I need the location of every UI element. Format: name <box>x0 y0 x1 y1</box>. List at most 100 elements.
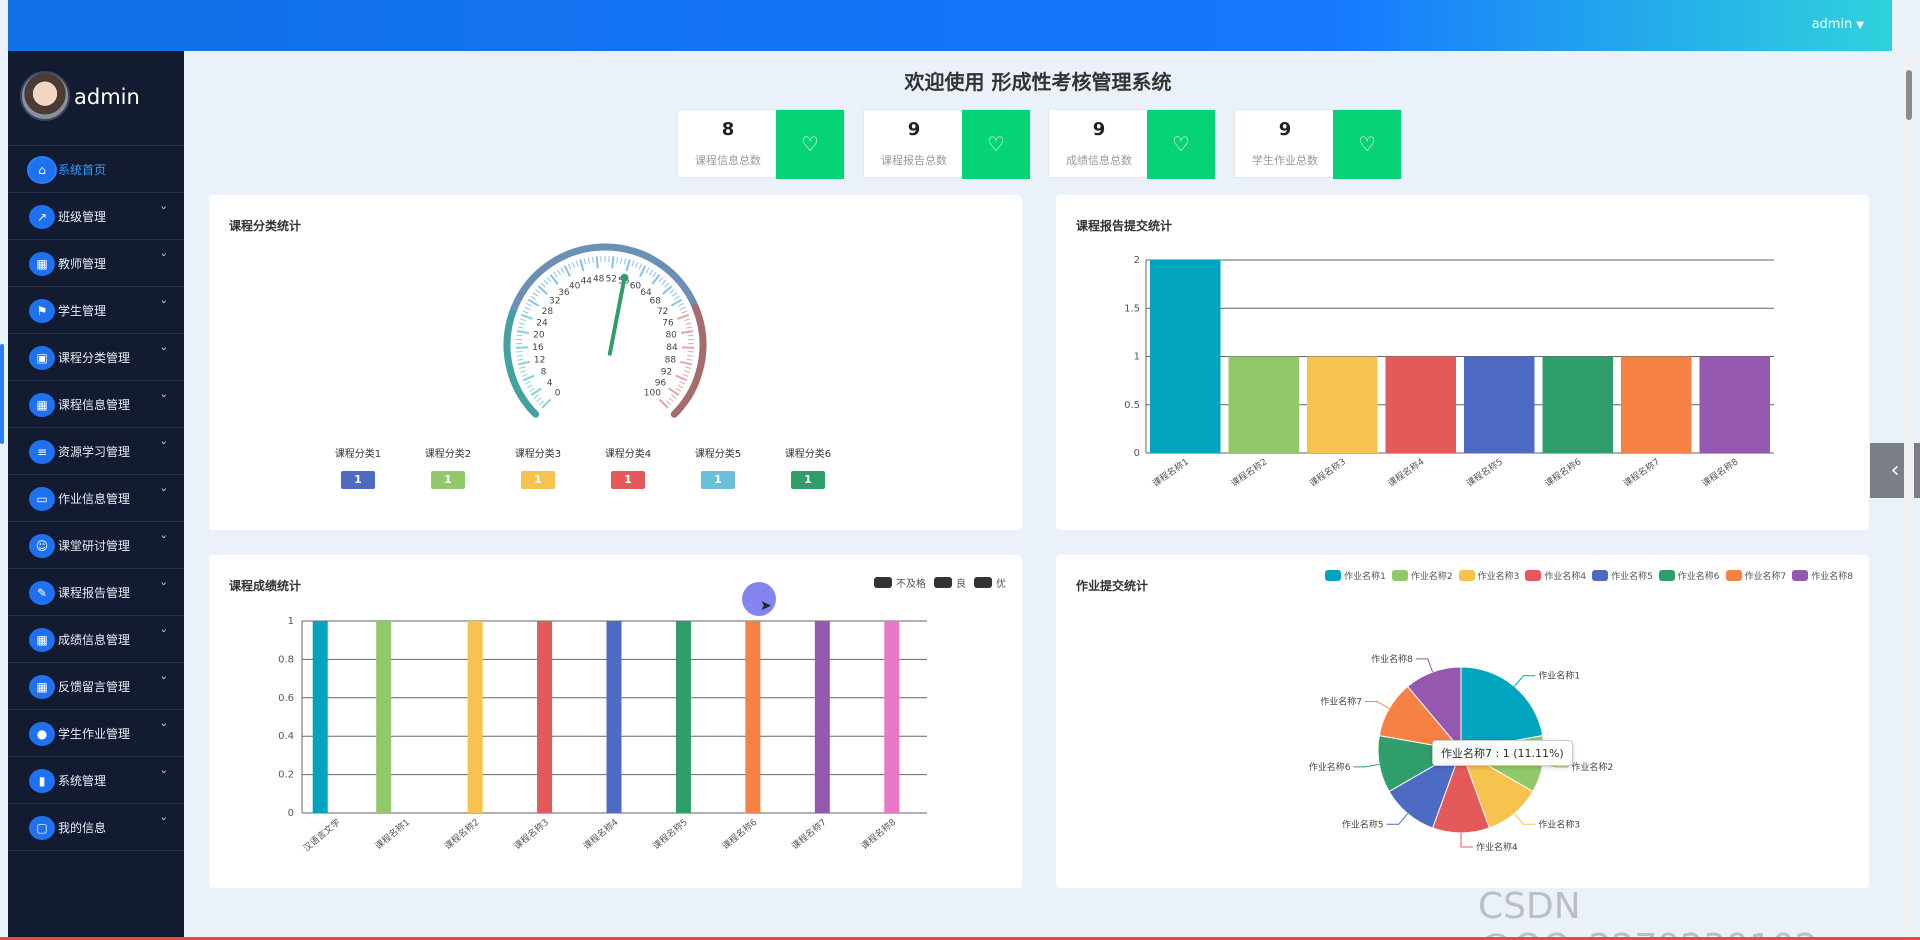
scrollbar-thumb[interactable] <box>1906 70 1912 120</box>
x-tick-label: 课程名称4 <box>1385 455 1426 489</box>
gauge-tick-label: 8 <box>541 368 547 378</box>
sidebar-item-label: 课程报告管理 <box>58 586 131 600</box>
gauge-category-value: 1 <box>431 471 465 489</box>
stat-card-course-info[interactable]: 8 课程信息总数 ♡ <box>677 109 845 179</box>
gauge-tick-label: 32 <box>549 297 560 307</box>
gauge-tick <box>538 400 544 406</box>
avatar <box>20 71 70 121</box>
clipboard-icon: ✎ <box>29 581 55 605</box>
y-tick-label: 1.5 <box>1124 303 1140 314</box>
bar <box>1228 356 1299 453</box>
gauge-tick <box>530 295 536 300</box>
gauge-tick-label: 100 <box>644 388 661 398</box>
gauge-tick-label: 72 <box>657 307 668 317</box>
user-menu[interactable]: admin ▼ <box>1812 17 1864 32</box>
gauge-tick-label: 52 <box>606 274 617 284</box>
gauge-tick <box>639 265 647 277</box>
heart-icon: ♡ <box>1147 110 1215 179</box>
sidebar-item-11[interactable]: ▦ 反馈留言管理 ˅ <box>8 663 184 710</box>
gauge-tick <box>540 282 546 288</box>
sidebar-item-13[interactable]: ▮ 系统管理 ˅ <box>8 757 184 804</box>
sidebar-item-label: 系统管理 <box>58 774 107 788</box>
window-icon: ▢ <box>29 816 55 840</box>
gauge-tick <box>516 354 523 357</box>
gauge-tick-label: 20 <box>533 331 545 341</box>
stat-value: 9 <box>907 119 921 140</box>
gauge-category-label: 课程分类4 <box>604 449 652 460</box>
gauge-tick <box>556 269 561 276</box>
gauge-tick <box>623 258 627 265</box>
sidebar-item-5[interactable]: ▦ 课程信息管理 ˅ <box>8 381 184 428</box>
sidebar-item-label: 课程分类管理 <box>58 351 131 365</box>
scrollbar[interactable] <box>1904 55 1914 940</box>
stat-card-grade-info[interactable]: 9 成绩信息总数 ♡ <box>1048 109 1216 179</box>
sidebar-item-14[interactable]: ▢ 我的信息 ˅ <box>8 804 184 851</box>
gauge-tick <box>579 259 585 272</box>
y-tick-label: 0.8 <box>278 654 294 665</box>
bar <box>1307 356 1378 453</box>
x-tick-label: 课程名称2 <box>1228 456 1269 490</box>
gauge-tick-label: 16 <box>532 343 544 353</box>
profile-name: admin <box>74 85 140 109</box>
x-tick-label: 课程名称4 <box>581 816 621 852</box>
x-tick-label: 课程名称5 <box>650 816 690 852</box>
gauge-tick <box>567 263 572 270</box>
stat-label: 成绩信息总数 <box>1066 154 1132 167</box>
x-tick-label: 课程名称3 <box>511 816 551 852</box>
sidebar-item-0[interactable]: ⌂ 系统首页 <box>8 146 184 193</box>
gauge-tick <box>661 279 667 285</box>
watermark: CSDN @QQ_2279239102 <box>1478 886 1818 940</box>
chevron-down-icon: ˅ <box>159 440 168 453</box>
gauge-tick <box>543 279 549 285</box>
sidebar-item-3[interactable]: ⚑ 学生管理 ˅ <box>8 287 184 334</box>
gauge-tick <box>519 366 526 369</box>
sidebar-item-4[interactable]: ▣ 课程分类管理 ˅ <box>8 334 184 381</box>
gauge-tick <box>620 257 623 264</box>
x-tick-label: 课程名称7 <box>1621 456 1662 490</box>
sidebar-item-6[interactable]: ≡ 资源学习管理 ˅ <box>8 428 184 475</box>
chevron-down-icon: ˅ <box>159 581 168 594</box>
gauge-tick <box>671 292 678 297</box>
stat-card-course-report[interactable]: 9 课程报告总数 ♡ <box>863 109 1031 179</box>
gauge-tick-label: 68 <box>650 297 662 307</box>
stat-card-student-homework[interactable]: 9 学生作业总数 ♡ <box>1234 109 1402 179</box>
sidebar-item-label: 反馈留言管理 <box>58 680 131 694</box>
gauge-tick-label: 48 <box>593 274 605 284</box>
y-tick-label: 0.4 <box>278 731 294 742</box>
course-grade-panel: 课程成绩统计 不及格 良 优 0 0.2 0.4 0.6 0.8 1 汉语言文学 课程名称1 课… <box>209 555 1022 888</box>
sidebar-item-9[interactable]: ✎ 课程报告管理 ˅ <box>8 569 184 616</box>
gauge-tick <box>517 358 524 361</box>
gauge-category-label: 课程分类1 <box>334 449 382 460</box>
sidebar-item-12[interactable]: ● 学生作业管理 ˅ <box>8 710 184 757</box>
sidebar-item-2[interactable]: ▦ 教师管理 ˅ <box>8 240 184 287</box>
gauge-tick <box>683 370 690 373</box>
gauge-tick <box>611 256 615 269</box>
x-tick-label: 课程名称3 <box>1307 456 1348 490</box>
bar <box>1699 356 1770 453</box>
gauge-tick-label: 28 <box>542 307 554 317</box>
gauge-tick <box>522 310 529 314</box>
sidebar-item-7[interactable]: ▭ 作业信息管理 ˅ <box>8 475 184 522</box>
sidebar-item-8[interactable]: ☺ 课堂研讨管理 ˅ <box>8 522 184 569</box>
sidebar-item-label: 作业信息管理 <box>58 492 131 506</box>
bar <box>884 621 900 813</box>
y-tick-label: 0 <box>1134 448 1140 459</box>
x-tick-label: 课程名称8 <box>1699 455 1740 489</box>
pie-leader-line <box>1364 701 1390 709</box>
sidebar-item-10[interactable]: ▦ 成绩信息管理 ˅ <box>8 616 184 663</box>
sidebar-item-1[interactable]: ↗ 班级管理 ˅ <box>8 193 184 240</box>
profile: admin <box>8 51 184 146</box>
gauge-tick-label: 12 <box>534 356 545 366</box>
bar <box>1385 356 1456 453</box>
gauge-tick <box>625 259 631 272</box>
chevron-down-icon: ˅ <box>159 205 168 218</box>
heart-icon: ♡ <box>962 110 1030 179</box>
pie-label: 作业名称2 <box>1572 761 1614 773</box>
pie-tooltip: 作业名称7 : 1 (11.11%) <box>1432 740 1573 766</box>
gauge-tick <box>521 373 528 377</box>
gauge-tick <box>669 288 675 294</box>
gauge-category-value: 1 <box>791 471 825 489</box>
y-tick-label: 0.6 <box>278 693 294 704</box>
gauge-tick <box>532 292 539 297</box>
grid-icon: ▦ <box>29 252 55 276</box>
